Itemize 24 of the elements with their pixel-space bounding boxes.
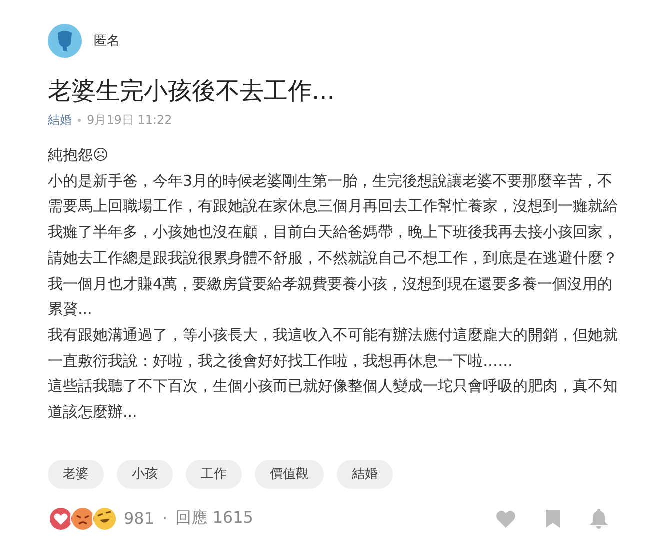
bookmark-icon[interactable] bbox=[546, 510, 560, 528]
avatar-icon bbox=[48, 24, 82, 58]
paragraph: 純抱怨☹ bbox=[48, 145, 110, 166]
laughing-face-icon bbox=[92, 506, 118, 532]
heart-icon[interactable] bbox=[496, 510, 516, 528]
reply-count: 回應 1615 bbox=[176, 508, 254, 530]
paragraph: 小的是新手爸，今年3月的時候老婆剛生第一胎，生完後想說讓老婆不要那麼辛苦，不 需要馬上回職場工作，有跟她說在家休息三個月再回去工作幫忙養家，沒想到一癱就給 我癱了半年多，小孩她也沒在顧，目前白天給爸媽帶，晚上下班後我再去接小孩回家， 請她去工作總是跟我說很累身體不舒服，不然就說自己不想工作，到底是在逃避什麼？ bbox=[48, 170, 619, 269]
tag[interactable]: 價值觀 bbox=[255, 460, 324, 489]
tag[interactable]: 工作 bbox=[186, 460, 242, 489]
paragraph: 這些話我聽了不下百次，生個小孩而已就好像整個人變成一坨只會呼吸的肥肉，真不知 道該怎麼辦... bbox=[48, 376, 619, 424]
tag[interactable]: 小孩 bbox=[117, 460, 173, 489]
paragraph: 我一個月也才賺4萬，要繳房貸要給孝親費要養小孩，沒想到現在還要多養一個沒用的 累贅... bbox=[48, 274, 614, 320]
reaction-count: 981 bbox=[124, 509, 155, 528]
paragraph: 我有跟她溝通過了，等小孩長大，我這收入不可能有辦法應付這麼龐大的開銷，但她就 一直敷衍我說：好啦，我之後會好好找工作啦，我想再休息一下啦…… bbox=[48, 324, 619, 372]
forum-link[interactable]: 結婚 bbox=[48, 112, 72, 129]
tag[interactable]: 老婆 bbox=[48, 460, 104, 489]
bell-icon[interactable] bbox=[590, 508, 608, 529]
author-name: 匿名 bbox=[94, 33, 120, 50]
separator-dot: · bbox=[162, 509, 168, 528]
post-time: 9月19日 11:22 bbox=[87, 112, 172, 129]
angry-face-icon bbox=[70, 506, 96, 532]
post-title: 老婆生完小孩後不去工作... bbox=[48, 76, 336, 107]
heart-icon bbox=[48, 506, 74, 532]
tag[interactable]: 結婚 bbox=[337, 460, 393, 489]
